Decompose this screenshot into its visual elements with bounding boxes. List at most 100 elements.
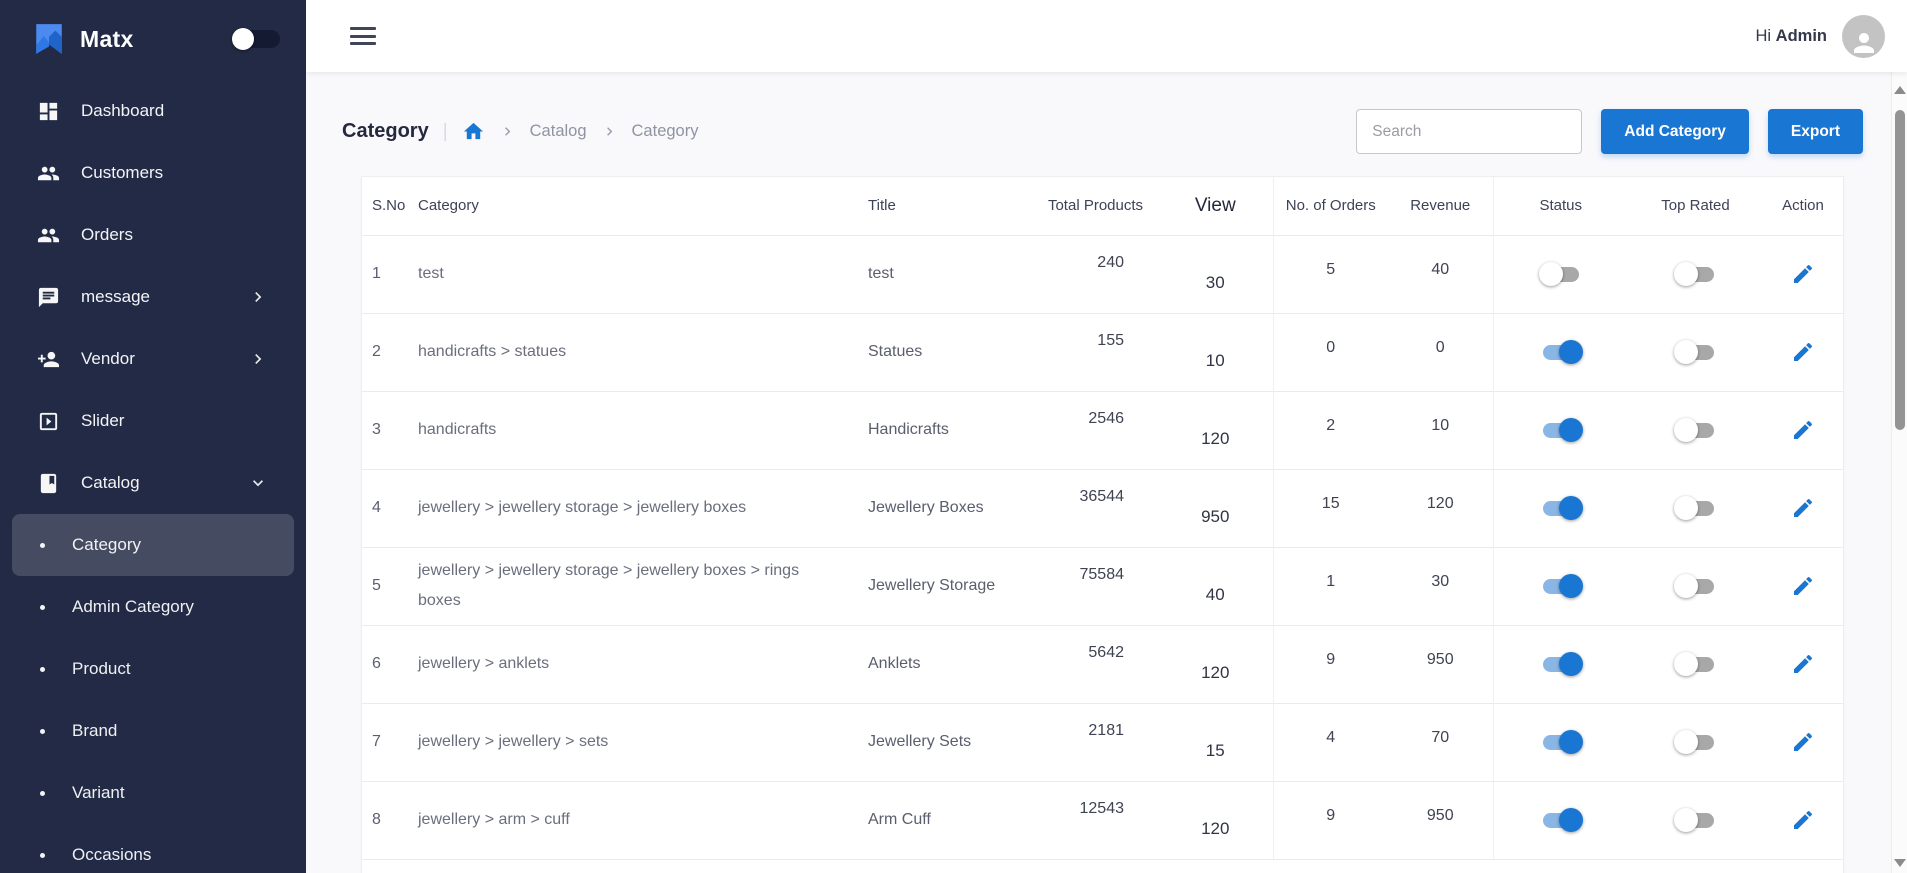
bullet-icon [40,791,45,796]
table-row: 3handicraftsHandicrafts2546120210 [362,391,1843,469]
breadcrumb-divider: | [443,121,448,143]
table-row: 5jewellery > jewellery storage > jewelle… [362,547,1843,625]
category-table: S.NoCategoryTitleTotal ProductsViewNo. o… [362,177,1843,860]
home-icon [462,120,485,143]
sidebar-item-admin-category[interactable]: Admin Category [12,576,294,638]
status-toggle[interactable] [1539,262,1583,286]
scrollbar-thumb[interactable] [1895,110,1905,430]
sidebar-item-brand[interactable]: Brand [12,700,294,762]
bullet-icon [40,605,45,610]
sno-value: 2 [372,343,381,360]
cell-sno: 5 [362,547,418,625]
sidebar-item-category[interactable]: Category [12,514,294,576]
category-value: test [418,265,444,282]
edit-icon [1791,496,1815,520]
status-toggle[interactable] [1539,574,1583,598]
total_products-value: 36544 [1080,488,1125,506]
edit-button[interactable] [1787,570,1819,602]
top-rated-toggle[interactable] [1674,730,1718,754]
matx-logo-icon [32,22,66,56]
cell-status [1493,235,1628,313]
edit-button[interactable] [1787,258,1819,290]
cell-view: 15 [1158,703,1273,781]
status-toggle[interactable] [1539,496,1583,520]
sidebar-item-orders[interactable]: Orders [0,204,306,266]
cell-action [1763,313,1843,391]
top-rated-toggle[interactable] [1674,340,1718,364]
sidebar-mode-toggle[interactable] [232,27,280,51]
sidebar-item-slider[interactable]: Slider [0,390,306,452]
top-rated-toggle[interactable] [1674,808,1718,832]
sidebar-item-variant[interactable]: Variant [12,762,294,824]
cell-view: 950 [1158,469,1273,547]
revenue-value: 70 [1431,729,1449,747]
chevron-right-icon [248,287,268,307]
status-toggle[interactable] [1539,730,1583,754]
top-rated-toggle[interactable] [1674,574,1718,598]
sidebar-item-dashboard[interactable]: Dashboard [0,80,306,142]
hamburger-icon [350,27,376,45]
status-toggle[interactable] [1539,652,1583,676]
cell-category: jewellery > jewellery > sets [418,703,868,781]
cell-action [1763,391,1843,469]
brand: Matx [0,0,306,78]
edit-button[interactable] [1787,804,1819,836]
menu-toggle-button[interactable] [346,17,380,56]
edit-button[interactable] [1787,726,1819,758]
sidebar-item-customers[interactable]: Customers [0,142,306,204]
total_products-value: 12543 [1080,800,1125,818]
book-icon [37,472,60,495]
top-rated-toggle[interactable] [1674,496,1718,520]
sno-value: 4 [372,499,381,516]
sidebar-item-catalog[interactable]: Catalog [0,452,306,514]
top-rated-toggle[interactable] [1674,418,1718,442]
orders-value: 2 [1326,417,1335,435]
person-icon [1849,28,1879,58]
edit-button[interactable] [1787,648,1819,680]
cell-top_rated [1628,781,1763,859]
column-header-top_rated: Top Rated [1628,177,1763,235]
dashboard-icon [37,100,60,123]
status-toggle[interactable] [1539,808,1583,832]
sidebar-item-product[interactable]: Product [12,638,294,700]
cell-view: 10 [1158,313,1273,391]
breadcrumb-home-link[interactable] [462,120,485,143]
add-category-button[interactable]: Add Category [1601,109,1749,154]
switch-thumb [1674,496,1698,520]
bullet-icon [40,543,45,548]
edit-icon [1791,808,1815,832]
category-value: handicrafts [418,421,496,438]
cell-status [1493,781,1628,859]
category-value: handicrafts > statues [418,343,566,360]
view-value: 30 [1206,273,1225,293]
export-button[interactable]: Export [1768,109,1863,154]
edit-icon [1791,418,1815,442]
category-table-card: S.NoCategoryTitleTotal ProductsViewNo. o… [361,176,1844,873]
cell-top_rated [1628,547,1763,625]
sidebar-item-vendor[interactable]: Vendor [0,328,306,390]
switch-thumb [1559,574,1583,598]
cell-total_products: 75584 [1033,547,1158,625]
status-toggle[interactable] [1539,340,1583,364]
sidebar-item-message[interactable]: message [0,266,306,328]
scroll-down-button[interactable] [1892,855,1907,871]
search-input[interactable] [1356,109,1582,154]
sidebar-item-label: Product [72,659,294,679]
view-value: 950 [1201,507,1229,527]
top-rated-toggle[interactable] [1674,262,1718,286]
cell-view: 120 [1158,391,1273,469]
switch-thumb [1674,652,1698,676]
breadcrumb-link-catalog[interactable]: Catalog [530,122,587,141]
status-toggle[interactable] [1539,418,1583,442]
avatar[interactable] [1842,15,1885,58]
top-rated-toggle[interactable] [1674,652,1718,676]
scroll-up-button[interactable] [1892,82,1907,98]
edit-button[interactable] [1787,336,1819,368]
breadcrumb-link-category[interactable]: Category [632,122,699,141]
edit-button[interactable] [1787,492,1819,524]
sidebar-item-occasions[interactable]: Occasions [12,824,294,873]
edit-button[interactable] [1787,414,1819,446]
revenue-value: 0 [1436,339,1445,357]
cell-view: 30 [1158,235,1273,313]
scrollbar[interactable] [1891,72,1907,873]
